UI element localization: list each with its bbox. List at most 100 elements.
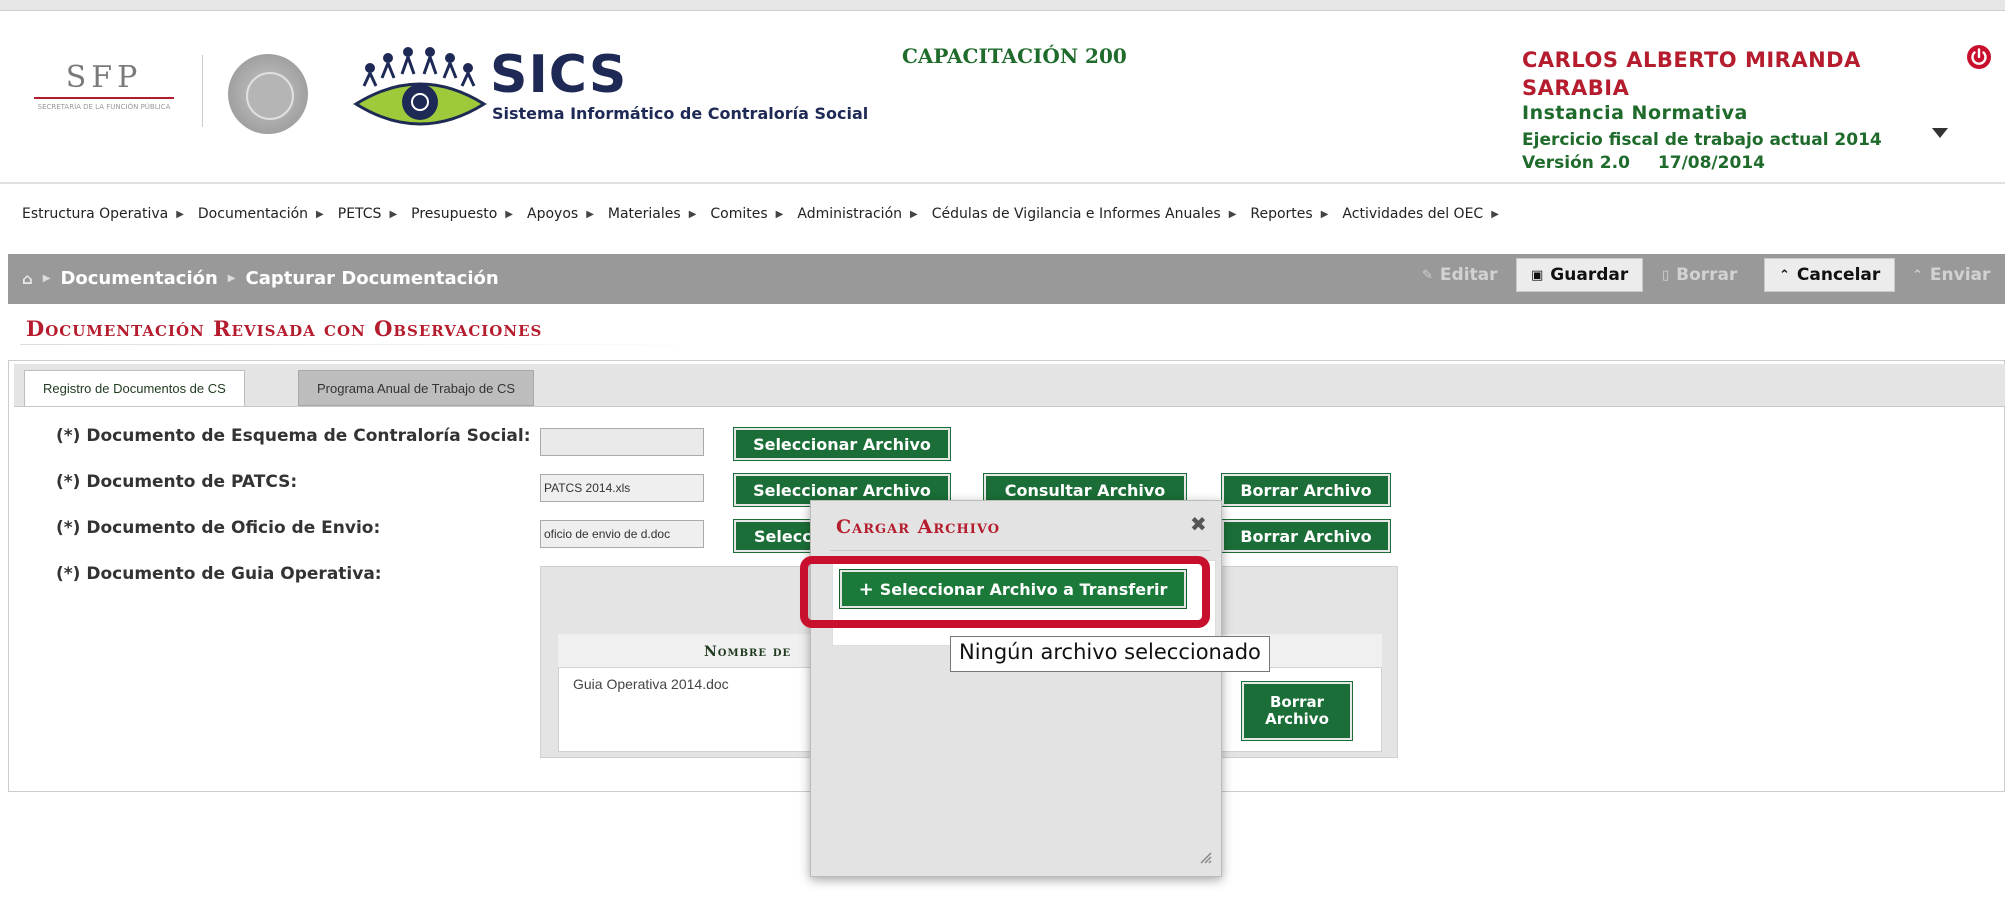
menu-item-label: Administración (797, 206, 903, 222)
guia-borrar-line2: Archivo (1265, 710, 1329, 728)
guia-file-name: Guia Operativa 2014.doc (573, 676, 729, 692)
caret-right-icon: ▶ (1491, 208, 1499, 220)
cargar-archivo-dialog (810, 500, 1222, 877)
user-instance: Instancia Normativa (1522, 102, 1748, 124)
oficio-label: (*) Documento de Oficio de Envio: (56, 518, 381, 538)
menu-item-label: Reportes (1250, 206, 1313, 222)
menu-item-comites[interactable]: Comites ▶ (710, 206, 783, 222)
guia-borrar-button[interactable]: Borrar Archivo (1241, 681, 1353, 741)
menu-item-administracion[interactable]: Administración ▶ (797, 206, 917, 222)
sics-eye-logo-icon (353, 47, 487, 126)
breadcrumb: ⌂ ▶ Documentación ▶ Capturar Documentaci… (22, 268, 499, 289)
tab-registro-documentos[interactable]: Registro de Documentos de CS (24, 370, 245, 406)
menu-item-label: Comites (710, 206, 768, 222)
version-info: Versión 2.0 17/08/2014 (1522, 153, 1793, 173)
editar-label: Editar (1439, 265, 1498, 285)
menu-item-materiales[interactable]: Materiales ▶ (608, 206, 697, 222)
caret-right-icon: ▶ (42, 273, 51, 284)
menu-item-label: Presupuesto (411, 206, 498, 222)
caret-right-icon: ▶ (227, 273, 236, 284)
breadcrumb-capturar: Capturar Documentación (245, 268, 499, 289)
menu-item-apoyos[interactable]: Apoyos ▶ (527, 206, 594, 222)
enviar-button[interactable]: ⌃ Enviar (1898, 258, 2004, 292)
page-title: Documentación Revisada con Observaciones (26, 316, 543, 341)
esquema-seleccionar-button[interactable]: Seleccionar Archivo (733, 427, 951, 461)
patcs-file-field[interactable]: PATCS 2014.xls (540, 474, 704, 502)
patcs-label: (*) Documento de PATCS: (56, 472, 298, 492)
oficio-file-field[interactable]: oficio de envio de d.doc (540, 520, 704, 548)
oficio-borrar-button[interactable]: Borrar Archivo (1221, 519, 1391, 553)
sfp-logo: SFP SECRETARÍA DE LA FUNCIÓN PÚBLICA (24, 60, 184, 130)
caret-right-icon: ▶ (688, 208, 697, 220)
home-icon[interactable]: ⌂ (22, 270, 33, 288)
menu-item-documentacion[interactable]: Documentación ▶ (198, 206, 324, 222)
header-divider (202, 55, 203, 127)
caret-right-icon: ▶ (586, 208, 594, 220)
sfp-logo-subtext: SECRETARÍA DE LA FUNCIÓN PÚBLICA (37, 103, 171, 111)
trash-icon: ▯ (1662, 267, 1670, 283)
caret-right-icon: ▶ (1320, 208, 1329, 220)
cancelar-button[interactable]: ⌃ Cancelar (1764, 258, 1896, 292)
sfp-logo-text: SFP (65, 60, 143, 95)
esquema-file-field[interactable] (540, 428, 704, 456)
power-icon[interactable] (1966, 44, 1992, 70)
guia-column-header: Nombre de (704, 644, 792, 660)
save-icon: ▣ (1531, 267, 1544, 283)
chevron-up-icon: ⌃ (1779, 267, 1790, 283)
menu-item-actividades-oec[interactable]: Actividades del OEC ▶ (1342, 206, 1498, 222)
pencil-icon: ✎ (1422, 267, 1433, 283)
plus-icon: + (858, 578, 874, 600)
caret-right-icon: ▶ (389, 208, 398, 220)
menu-item-petcs[interactable]: PETCS ▶ (338, 206, 397, 222)
close-icon[interactable]: ✖ (1190, 512, 1207, 536)
menu-item-label: Estructura Operativa (22, 206, 169, 222)
user-name: CARLOS ALBERTO MIRANDA SARABIA (1522, 48, 1861, 100)
menu-item-reportes[interactable]: Reportes ▶ (1250, 206, 1328, 222)
page-title-rule (20, 344, 720, 345)
app-name: SICS (490, 45, 628, 105)
enviar-label: Enviar (1929, 265, 1991, 285)
dialog-title: Cargar Archivo (836, 516, 1001, 538)
caret-right-icon: ▶ (316, 208, 324, 220)
upload-button-label: Seleccionar Archivo a Transferir (879, 579, 1168, 599)
caret-right-icon: ▶ (775, 208, 784, 220)
cancelar-label: Cancelar (1796, 265, 1881, 285)
esquema-label: (*) Documento de Esquema de Contraloría … (56, 426, 531, 446)
national-seal-icon (228, 54, 308, 134)
app-subtitle: Sistema Informático de Contraloría Socia… (492, 104, 869, 123)
chevron-up-icon: ⌃ (1912, 267, 1923, 283)
version-label: Versión 2.0 (1522, 153, 1630, 173)
menu-item-cedulas[interactable]: Cédulas de Vigilancia e Informes Anuales… (932, 206, 1237, 222)
menu-item-presupuesto[interactable]: Presupuesto ▶ (411, 206, 513, 222)
menu-item-estructura-operativa[interactable]: Estructura Operativa ▶ (22, 206, 184, 222)
top-strip (0, 0, 2005, 11)
breadcrumb-documentacion[interactable]: Documentación (60, 268, 217, 289)
tab-programa-anual[interactable]: Programa Anual de Trabajo de CS (298, 370, 535, 406)
resize-grip-icon[interactable] (1200, 852, 1212, 864)
chevron-down-icon[interactable] (1932, 128, 1948, 138)
guia-label: (*) Documento de Guia Operativa: (56, 564, 382, 584)
menu-item-label: Documentación (197, 206, 309, 222)
guia-borrar-line1: Borrar (1269, 693, 1325, 711)
environment-label: CAPACITACIÓN 200 (902, 44, 1127, 68)
menu-item-label: Materiales (607, 206, 681, 222)
caret-right-icon: ▶ (176, 208, 184, 220)
main-menu: Estructura Operativa ▶ Documentación ▶ PET… (22, 206, 1499, 222)
fiscal-year: Ejercicio fiscal de trabajo actual 2014 (1522, 130, 1882, 150)
borrar-button[interactable]: ▯ Borrar (1648, 258, 1751, 292)
guardar-button[interactable]: ▣ Guardar (1516, 258, 1644, 292)
caret-right-icon: ▶ (910, 208, 918, 220)
patcs-borrar-button[interactable]: Borrar Archivo (1221, 473, 1391, 507)
seleccionar-transferir-button[interactable]: + Seleccionar Archivo a Transferir (839, 569, 1187, 609)
caret-right-icon: ▶ (1228, 208, 1237, 220)
caret-right-icon: ▶ (505, 208, 513, 220)
oficio-seleccionar-button[interactable]: Selecci (733, 519, 815, 553)
menu-item-label: Cédulas de Vigilancia e Informes Anuales (931, 206, 1221, 222)
menu-item-label: Apoyos (527, 206, 579, 222)
file-tooltip: Ningún archivo seleccionado (950, 636, 1270, 672)
borrar-label: Borrar (1676, 265, 1738, 285)
menu-item-label: PETCS (337, 206, 382, 222)
guardar-label: Guardar (1550, 265, 1629, 285)
dialog-divider (830, 550, 1210, 551)
editar-button[interactable]: ✎ Editar (1408, 258, 1512, 292)
